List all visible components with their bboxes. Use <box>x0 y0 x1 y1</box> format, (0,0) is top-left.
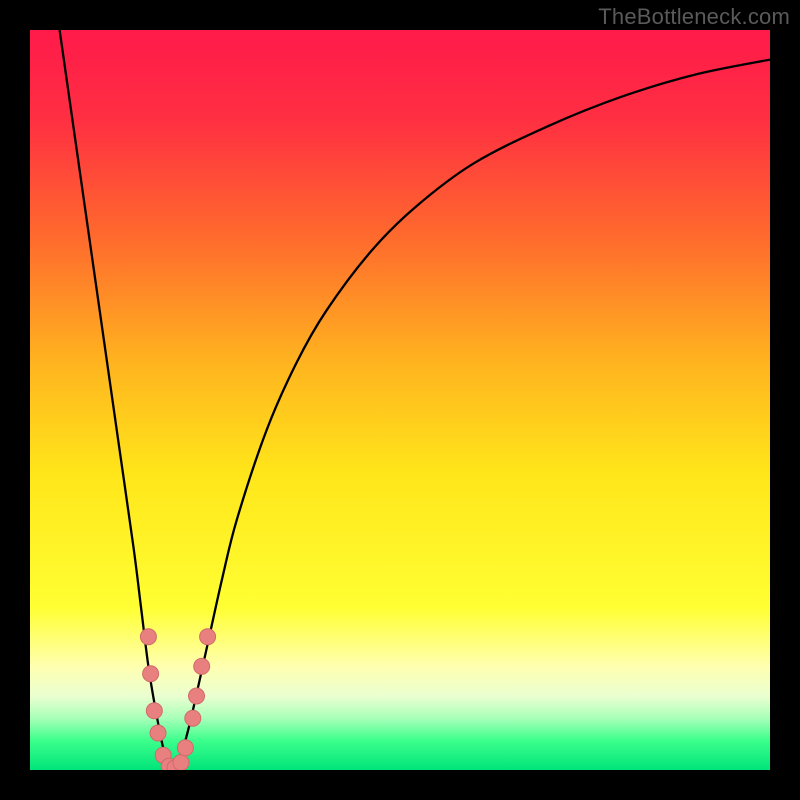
bottleneck-curve <box>60 30 770 770</box>
curve-markers <box>140 629 215 770</box>
marker-dot <box>185 710 201 726</box>
marker-dot <box>150 725 166 741</box>
marker-dot <box>143 666 159 682</box>
plot-area <box>30 30 770 770</box>
marker-dot <box>200 629 216 645</box>
marker-dot <box>140 629 156 645</box>
chart-svg <box>30 30 770 770</box>
marker-dot <box>146 703 162 719</box>
watermark-text: TheBottleneck.com <box>598 4 790 30</box>
marker-dot <box>194 658 210 674</box>
marker-dot <box>177 740 193 756</box>
marker-dot <box>173 755 189 770</box>
marker-dot <box>189 688 205 704</box>
outer-frame: TheBottleneck.com <box>0 0 800 800</box>
